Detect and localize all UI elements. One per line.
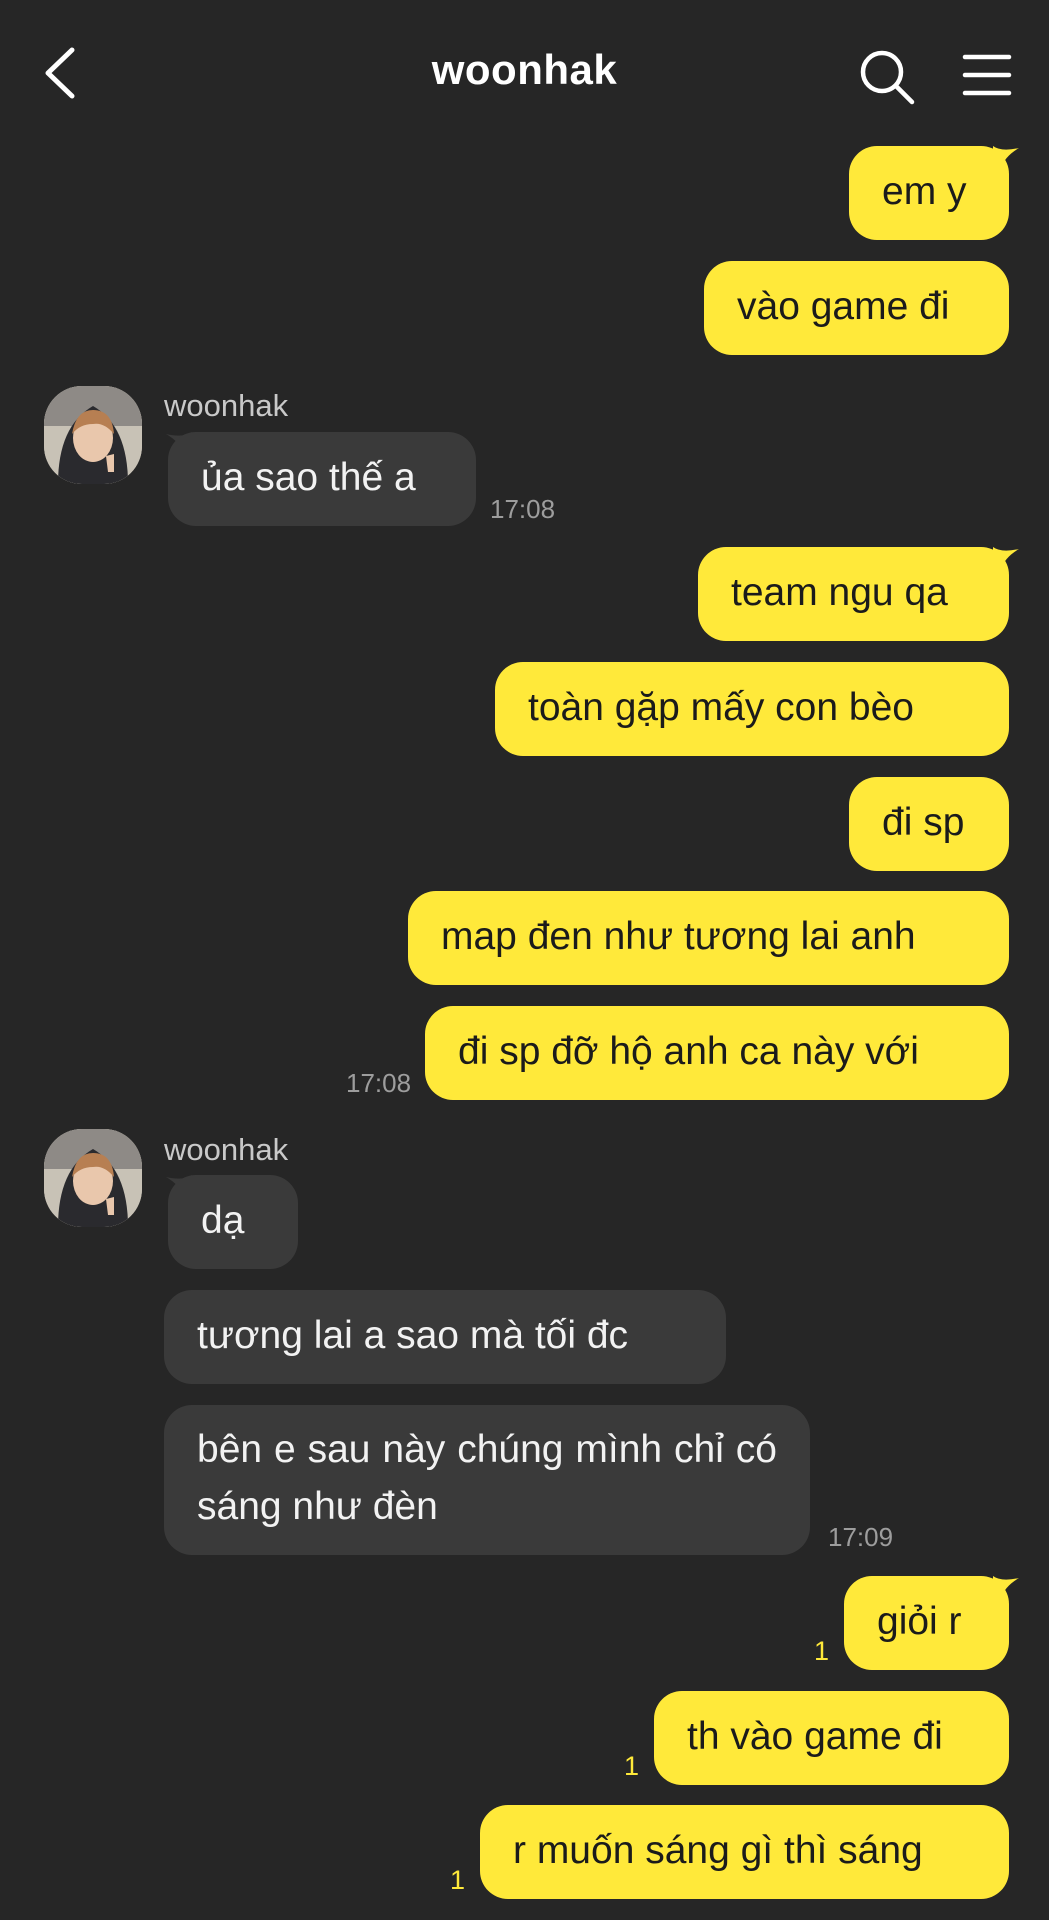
sender-name: woonhak xyxy=(164,1132,289,1167)
outgoing-message[interactable]: vào game đi xyxy=(704,261,1009,355)
avatar[interactable] xyxy=(44,386,142,484)
menu-button[interactable] xyxy=(962,52,1012,98)
outgoing-message[interactable]: đi sp xyxy=(849,777,1009,871)
outgoing-message[interactable]: em y xyxy=(849,146,1009,240)
sender-name: woonhak xyxy=(164,388,289,423)
outgoing-message[interactable]: toàn gặp mấy con bèo xyxy=(495,662,1009,756)
message-time: 17:09 xyxy=(828,1522,894,1552)
message-time: 17:08 xyxy=(490,494,556,524)
outgoing-message[interactable]: map đen như tương lai anh xyxy=(408,891,1009,985)
search-button[interactable] xyxy=(858,48,916,106)
avatar[interactable] xyxy=(44,1129,142,1227)
outgoing-message[interactable]: đi sp đỡ hộ anh ca này với xyxy=(425,1006,1009,1100)
incoming-message[interactable]: tương lai a sao mà tối đc xyxy=(164,1290,726,1384)
message-time: 17:08 xyxy=(346,1068,412,1098)
unread-count: 1 xyxy=(450,1865,466,1895)
incoming-message[interactable]: bên e sau này chúng mình chỉ có sáng như… xyxy=(164,1405,810,1555)
profile-photo xyxy=(44,386,142,484)
outgoing-message[interactable]: th vào game đi xyxy=(654,1691,1009,1785)
chat-header: woonhak xyxy=(0,0,1049,150)
hamburger-menu-icon xyxy=(962,54,1012,96)
outgoing-message[interactable]: giỏi r xyxy=(844,1576,1009,1670)
unread-count: 1 xyxy=(814,1636,830,1666)
incoming-message[interactable]: dạ xyxy=(168,1175,298,1269)
profile-photo xyxy=(44,1129,142,1227)
search-icon xyxy=(860,50,915,105)
unread-count: 1 xyxy=(624,1751,640,1781)
incoming-message[interactable]: ủa sao thế a xyxy=(168,432,476,526)
outgoing-message[interactable]: team ngu qa xyxy=(698,547,1009,641)
outgoing-message[interactable]: r muốn sáng gì thì sáng xyxy=(480,1805,1009,1899)
